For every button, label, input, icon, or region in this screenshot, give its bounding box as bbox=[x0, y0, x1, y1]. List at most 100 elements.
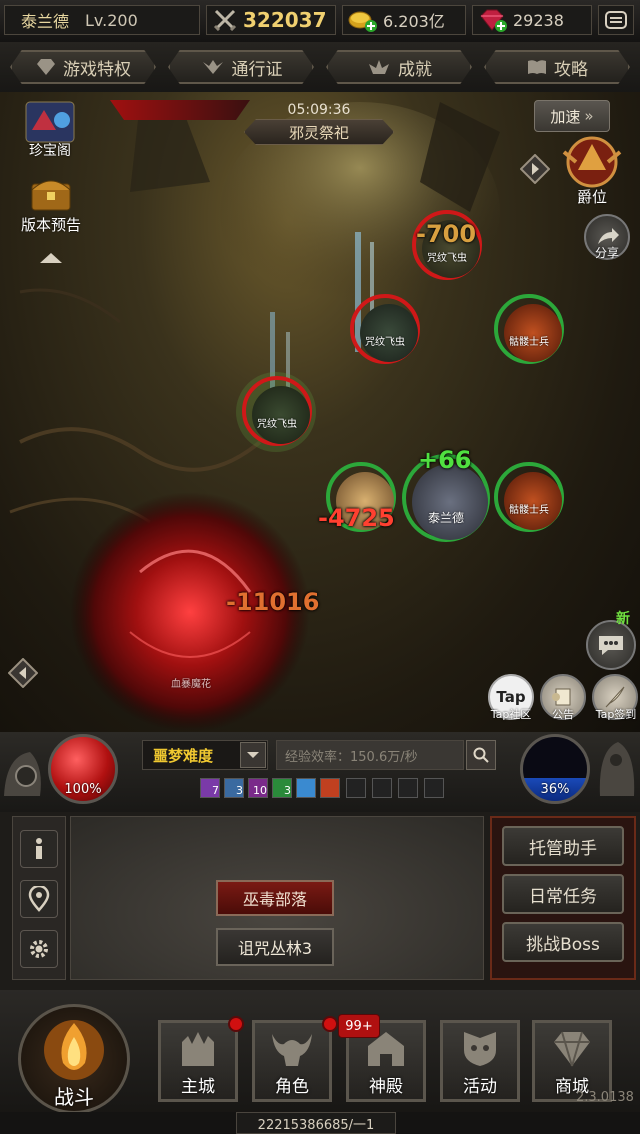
footer-id: 22215386685/一1 bbox=[236, 1112, 396, 1134]
notification-dot bbox=[228, 1016, 244, 1032]
difficulty-value: 噩梦难度 bbox=[153, 746, 214, 765]
hp-percent: 100% bbox=[64, 782, 102, 797]
treasure-pavilion-icon bbox=[25, 101, 75, 143]
damage-number: -700 bbox=[416, 220, 477, 248]
buff-slot[interactable]: 3 bbox=[272, 778, 292, 798]
battle-label: 战斗 bbox=[54, 1085, 94, 1109]
hero-portrait bbox=[412, 464, 488, 540]
collapse-arrow-icon[interactable] bbox=[38, 250, 64, 269]
gold-plus-icon bbox=[348, 11, 377, 32]
flame-fist-icon bbox=[44, 1020, 104, 1080]
nav-guide[interactable]: 攻略 bbox=[484, 50, 630, 84]
nav-label: 游戏特权 bbox=[63, 59, 131, 80]
enemy-name: 咒纹飞虫 bbox=[257, 419, 297, 430]
diamond-icon bbox=[554, 1031, 590, 1067]
map-button-voodoo-tribe[interactable]: 巫毒部落 bbox=[216, 880, 334, 916]
menu-button[interactable] bbox=[598, 5, 634, 35]
daily-tasks-button[interactable]: 日常任务 bbox=[502, 874, 624, 914]
tab-events[interactable]: 活动 bbox=[440, 1020, 520, 1102]
tab-main-city[interactable]: 主城 bbox=[158, 1020, 238, 1102]
chevron-down-icon bbox=[247, 752, 259, 758]
player-level: Lv.200 bbox=[85, 10, 138, 30]
rank-label: 爵位 bbox=[576, 188, 607, 206]
player-name: 泰兰德 bbox=[21, 12, 70, 31]
buff-slot[interactable] bbox=[320, 778, 340, 798]
treasure-chest-icon bbox=[31, 180, 71, 211]
tab-label: 神殿 bbox=[369, 1077, 403, 1097]
notification-dot bbox=[322, 1016, 338, 1032]
search-icon bbox=[473, 747, 489, 763]
location-button[interactable] bbox=[20, 880, 58, 918]
info-icon bbox=[36, 838, 42, 859]
nav-achievements[interactable]: 成就 bbox=[326, 50, 472, 84]
nav-game-privileges[interactable]: 游戏特权 bbox=[10, 50, 156, 84]
info-button[interactable] bbox=[20, 830, 58, 868]
map-button-cursed-jungle[interactable]: 诅咒丛林3 bbox=[216, 928, 334, 966]
share-label: 分享 bbox=[594, 246, 619, 260]
battle-background bbox=[9, 102, 500, 732]
empty-buff-slot bbox=[346, 778, 366, 798]
mp-percent: 36% bbox=[540, 782, 570, 797]
enemy-unit[interactable]: 咒纹飞虫 bbox=[242, 376, 312, 446]
version-preview-button[interactable]: 版本预告 bbox=[14, 170, 88, 236]
rank-emblem-icon bbox=[562, 136, 622, 188]
rank-button[interactable]: 爵位 bbox=[556, 132, 628, 212]
trophy-icon bbox=[369, 60, 389, 74]
buff-count: 7 bbox=[212, 784, 219, 797]
player-info[interactable]: 泰兰德 Lv.200 bbox=[4, 5, 200, 35]
settings-button[interactable] bbox=[20, 930, 58, 968]
battle-button[interactable]: 战斗 bbox=[18, 1004, 130, 1114]
boss-progress-bar bbox=[110, 100, 250, 120]
enemy-name: 咒纹飞虫 bbox=[365, 337, 405, 348]
gold-value: 6.203亿 bbox=[383, 12, 445, 31]
treasure-pavilion-button[interactable]: 珍宝阁 bbox=[18, 96, 82, 159]
challenge-boss-button[interactable]: 挑战Boss bbox=[502, 922, 624, 962]
nav-label: 成就 bbox=[398, 59, 432, 80]
fast-forward-icon: » bbox=[584, 107, 594, 125]
notice-label: 公告 bbox=[552, 708, 574, 721]
tab-label: 活动 bbox=[463, 1077, 497, 1097]
tab-character[interactable]: 角色 bbox=[252, 1020, 332, 1102]
enemy-unit[interactable]: 血暴魔花 bbox=[156, 632, 226, 702]
buff-count: 3 bbox=[236, 784, 243, 797]
right-diamond-arrow-icon[interactable] bbox=[519, 153, 551, 188]
book-icon bbox=[528, 60, 546, 74]
ally-unit[interactable]: 骷髅士兵 bbox=[494, 294, 564, 364]
left-diamond-arrow-icon[interactable] bbox=[7, 657, 39, 692]
empty-buff-slot bbox=[372, 778, 392, 798]
power-value: 322037 bbox=[243, 8, 327, 32]
buff-slot[interactable] bbox=[296, 778, 316, 798]
empty-buff-slot bbox=[398, 778, 418, 798]
castle-icon bbox=[182, 1032, 214, 1066]
version-preview-label: 版本预告 bbox=[20, 216, 81, 234]
menu-icon bbox=[605, 11, 627, 29]
buff-slot[interactable]: 7 bbox=[200, 778, 220, 798]
difficulty-dropdown-button[interactable] bbox=[240, 742, 266, 768]
ally-unit[interactable]: 骷髅士兵 bbox=[494, 462, 564, 532]
exp-rate-display: 经验效率：150.6万/秒 bbox=[276, 740, 464, 770]
gem-display[interactable]: 29238 bbox=[472, 5, 592, 35]
diamond-icon bbox=[37, 59, 55, 75]
buff-slot[interactable]: 3 bbox=[224, 778, 244, 798]
chat-bubble-icon bbox=[599, 636, 623, 655]
auto-assist-button[interactable]: 托管助手 bbox=[502, 826, 624, 866]
buff-slot[interactable]: 10 bbox=[248, 778, 268, 798]
speed-up-button[interactable]: 加速 » bbox=[534, 100, 610, 132]
treasure-pavilion-label: 珍宝阁 bbox=[29, 143, 71, 159]
battle-field: 05:09:36 邪灵祭祀 加速 » 珍宝阁 版本预告 爵位 分享 咒纹飞虫 咒… bbox=[0, 92, 640, 732]
ally-name: 骷髅士兵 bbox=[509, 337, 549, 348]
nav-battle-pass[interactable]: 通行证 bbox=[168, 50, 314, 84]
search-button[interactable] bbox=[466, 740, 496, 770]
crossed-swords-icon bbox=[213, 9, 237, 31]
enemy-name: 咒纹飞虫 bbox=[427, 253, 467, 264]
gold-display[interactable]: 6.203亿 bbox=[342, 5, 466, 35]
tap-logo-icon: Tap bbox=[496, 688, 526, 706]
enemy-unit[interactable]: 咒纹飞虫 bbox=[350, 294, 420, 364]
gargoyle-left-ornament bbox=[0, 746, 46, 806]
ally-name: 骷髅士兵 bbox=[509, 505, 549, 516]
gear-icon bbox=[30, 940, 48, 958]
tab-label: 角色 bbox=[275, 1077, 309, 1097]
feature-nav: 游戏特权 通行证 成就 攻略 bbox=[0, 42, 640, 92]
buff-count: 10 bbox=[253, 784, 267, 797]
nav-label: 攻略 bbox=[554, 59, 588, 80]
